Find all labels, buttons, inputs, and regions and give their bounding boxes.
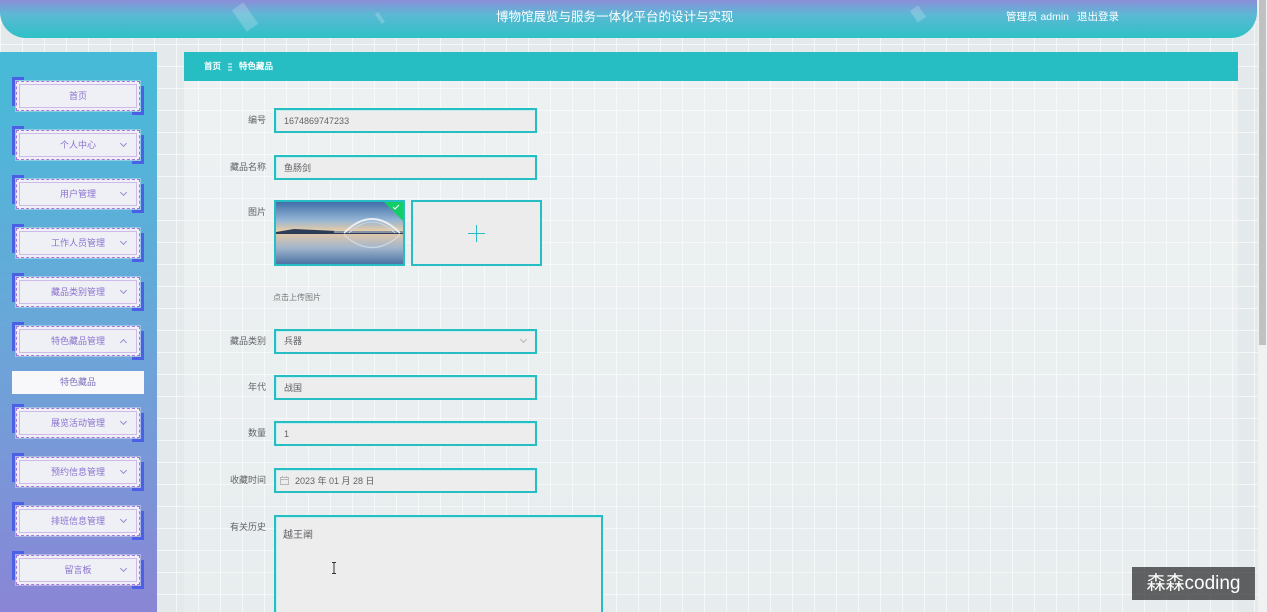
sidebar: 首页 个人中心 用户管理 工作人员管理 藏品类别管理 特色藏品管理 特色藏品 展… [0, 52, 157, 612]
name-label: 藏品名称 [229, 162, 266, 172]
calendar-icon [280, 476, 289, 485]
quantity-field[interactable] [274, 421, 537, 446]
top-header: 博物馆展览与服务一体化平台的设计与实现 管理员 admin 退出登录 [0, 0, 1257, 38]
sidebar-item-frame: 特色藏品管理 [16, 326, 140, 356]
sidebar-item-frame: 展览活动管理 [16, 408, 140, 438]
sidebar-item-message-board[interactable]: 留言板 [12, 551, 144, 589]
category-selected-value: 兵器 [284, 336, 303, 346]
sidebar-item-frame: 用户管理 [16, 179, 140, 209]
upload-hint: 点击上传图片 [273, 293, 321, 302]
collect-date-picker[interactable] [274, 468, 537, 493]
header-decoration [909, 5, 927, 23]
sidebar-item-featured-collection-management[interactable]: 特色藏品管理 [12, 322, 144, 360]
header-decoration [374, 11, 386, 25]
logout-link[interactable]: 退出登录 [1077, 11, 1119, 23]
text-cursor-icon [332, 562, 336, 574]
watermark: 森森coding [1132, 567, 1255, 600]
category-select[interactable]: 兵器 [274, 329, 537, 354]
id-label: 编号 [247, 115, 266, 125]
sidebar-item-label: 首页 [68, 91, 87, 101]
current-user: 管理员 admin [1006, 11, 1070, 23]
sidebar-item-user-management[interactable]: 用户管理 [12, 175, 144, 213]
sidebar-item-reservation-management[interactable]: 预约信息管理 [12, 453, 144, 491]
breadcrumb-home[interactable]: 首页 [204, 61, 221, 71]
image-label: 图片 [247, 207, 266, 217]
sidebar-item-collection-category-management[interactable]: 藏品类别管理 [12, 273, 144, 311]
header-decoration [231, 2, 259, 32]
history-label: 有关历史 [229, 522, 266, 532]
sidebar-item-frame: 预约信息管理 [16, 457, 140, 487]
era-label: 年代 [247, 382, 266, 392]
sidebar-item-frame: 首页 [16, 81, 140, 111]
collection-form: 编号 藏品名称 图片 [184, 81, 1238, 612]
user-area: 管理员 admin 退出登录 [1006, 0, 1119, 34]
sidebar-item-frame: 藏品类别管理 [16, 277, 140, 307]
breadcrumb: 首页 特色藏品 [184, 52, 1238, 81]
sidebar-subitem-featured-collection[interactable]: 特色藏品 [12, 371, 144, 394]
sidebar-item-home[interactable]: 首页 [12, 77, 144, 115]
breadcrumb-current: 特色藏品 [239, 61, 274, 71]
page-scrollbar[interactable] [1258, 0, 1267, 612]
id-field[interactable] [274, 108, 537, 133]
uploaded-image-thumbnail[interactable] [274, 200, 405, 266]
chevron-down-icon [519, 335, 528, 344]
breadcrumb-separator-icon [228, 63, 233, 71]
sidebar-item-exhibition-management[interactable]: 展览活动管理 [12, 404, 144, 442]
sidebar-item-schedule-management[interactable]: 排班信息管理 [12, 502, 144, 540]
name-field[interactable] [274, 155, 537, 180]
bridge-lake-photo [276, 202, 403, 264]
scrollbar-thumb[interactable] [1259, 0, 1266, 345]
sidebar-item-frame: 排班信息管理 [16, 506, 140, 536]
sidebar-item-personal-center[interactable]: 个人中心 [12, 126, 144, 164]
history-textarea[interactable]: 越王阐 [274, 515, 603, 612]
sidebar-item-frame: 工作人员管理 [16, 228, 140, 258]
collect-time-label: 收藏时间 [229, 475, 266, 485]
category-label: 藏品类别 [229, 336, 266, 346]
sidebar-item-frame: 个人中心 [16, 130, 140, 160]
app-title: 博物馆展览与服务一体化平台的设计与实现 [496, 10, 734, 24]
collect-date-input[interactable] [295, 470, 525, 491]
sidebar-item-staff-management[interactable]: 工作人员管理 [12, 224, 144, 262]
upload-button[interactable] [411, 200, 542, 266]
quantity-label: 数量 [247, 428, 266, 438]
sidebar-item-frame: 留言板 [16, 555, 140, 585]
era-field[interactable] [274, 375, 537, 400]
